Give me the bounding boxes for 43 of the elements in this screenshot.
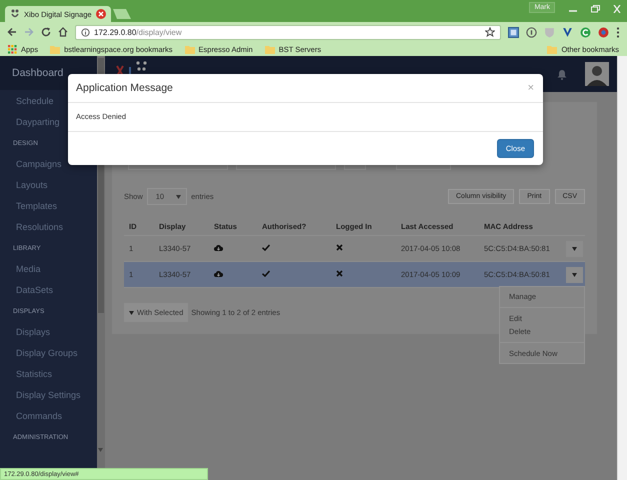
menu-icon[interactable] [616,26,620,38]
back-icon[interactable] [7,27,17,37]
caret-icon [176,194,182,198]
extension-icon[interactable] [526,26,537,38]
apps-icon [8,44,17,54]
sidebar-item[interactable]: Commands [0,406,97,427]
scrollbar[interactable] [617,56,627,480]
cloud-icon [214,270,223,277]
sidebar-item[interactable]: Media [0,259,97,280]
sidebar-item[interactable]: Layouts [0,175,97,196]
folder-icon [50,44,60,54]
v-logo-icon[interactable] [562,26,573,38]
caret-icon [572,246,577,250]
folder-icon [547,44,558,54]
address-bar[interactable]: 172.29.0.80/display/view [75,24,501,40]
caret-icon [129,310,134,314]
sidebar-item[interactable]: DataSets [0,280,97,301]
folder-icon [184,44,195,54]
row-menu-button[interactable] [566,240,583,256]
sidebar-item[interactable]: Templates [0,196,97,217]
star-icon[interactable] [485,27,495,37]
extension-icon[interactable] [580,26,591,38]
extension-icon[interactable] [508,26,519,38]
close-icon[interactable] [612,5,622,13]
close-button[interactable]: × [528,82,534,94]
extension-icon[interactable] [598,26,609,38]
xibo-logo-icon [10,9,20,19]
close-icon[interactable] [96,9,106,19]
bell-icon[interactable] [557,68,567,80]
cloud-icon [214,244,223,251]
info-icon [81,28,90,36]
caret-icon [572,272,577,276]
sidebar-item[interactable]: Statistics [0,364,97,385]
sidebar-item[interactable]: Display Settings [0,385,97,406]
row-menu-button[interactable] [566,266,583,282]
sidebar-item[interactable]: Display Groups [0,343,97,364]
folder-icon [264,44,275,54]
reload-icon[interactable] [41,27,51,37]
sidebar-item[interactable]: Resolutions [0,217,97,238]
sidebar-item[interactable]: Displays [0,322,97,343]
restore-icon[interactable] [590,5,600,13]
home-icon[interactable] [58,27,68,37]
avatar[interactable] [585,62,609,86]
